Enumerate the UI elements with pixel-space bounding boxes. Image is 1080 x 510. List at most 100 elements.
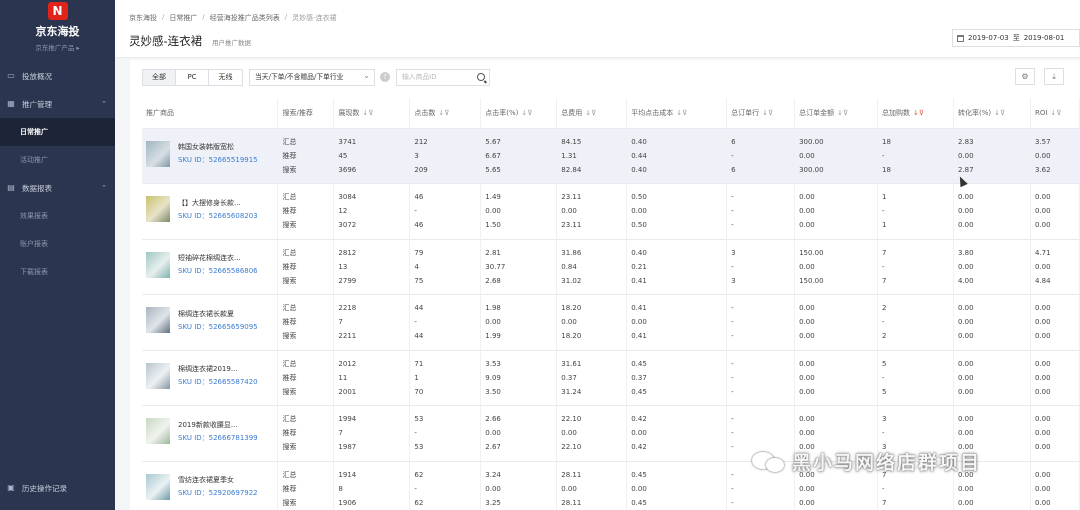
col-header-clicks[interactable]: 点击数 ↓⊽ xyxy=(409,98,482,129)
product-name[interactable]: 雪纺连衣裙夏季女 xyxy=(178,475,258,485)
order-type-select[interactable]: 当天/下单/不含赠品/下单行业 xyxy=(249,68,375,86)
sidebar-item-overview[interactable]: ▭ 投放概况 xyxy=(0,62,115,90)
sku-link[interactable]: SKU ID：52665587420 xyxy=(178,377,258,387)
col-header-cvr[interactable]: 转化率(%) ↓⊽ xyxy=(953,98,1031,129)
col-header-order-amount[interactable]: 总订单金额 ↓⊽ xyxy=(794,98,879,129)
table-row[interactable]: 韩国女装韩版宽松 SKU ID：52665519915 汇总 推荐 搜索 3741 45 36… xyxy=(142,128,1080,184)
product-thumbnail[interactable] xyxy=(146,307,170,333)
metric-value: - xyxy=(882,151,885,160)
col-header-orders[interactable]: 总订单行 ↓⊽ xyxy=(726,98,796,129)
product-name[interactable]: 【】大摆修身长款... xyxy=(178,198,258,208)
tab-all[interactable]: 全部 xyxy=(143,69,176,85)
sidebar-item-label: 历史操作记录 xyxy=(22,483,67,493)
product-thumbnail[interactable] xyxy=(146,418,170,444)
table-row[interactable]: 棉绸连衣裙2019... SKU ID：52665587420 汇总 推荐 搜索 2012… xyxy=(142,350,1080,406)
search-icon[interactable] xyxy=(477,72,485,81)
type-label: 汇总 xyxy=(282,415,297,423)
metric-value: 3084 xyxy=(338,193,357,201)
type-label: 推荐 xyxy=(282,151,297,160)
product-name[interactable]: 韩国女装韩版宽松 xyxy=(178,142,258,152)
sidebar-item-event-promo[interactable]: 活动推广 xyxy=(0,146,115,174)
product-thumbnail[interactable] xyxy=(146,140,170,167)
col-header-cpc[interactable]: 平均点击成本 ↓⊽ xyxy=(626,98,728,129)
metric-value: 23.11 xyxy=(561,221,582,229)
metric-value: 0.00 xyxy=(799,193,815,201)
metric-value: 62 xyxy=(414,470,424,479)
product-thumbnail[interactable] xyxy=(146,473,170,500)
report-card: 全部 PC 无线 当天/下单/不含赠品/下单行业 ? 输入商品ID ⚙ ⤓ 推广… xyxy=(130,60,1080,510)
metric-value: 0.00 xyxy=(631,429,647,437)
breadcrumb-item[interactable]: 日常推广 xyxy=(169,13,197,23)
sku-link[interactable]: SKU ID：52666781399 xyxy=(178,433,258,443)
metric-value: 0.00 xyxy=(958,429,974,437)
metric-value: 0.00 xyxy=(958,304,974,312)
sidebar-item-history[interactable]: ▣ 历史操作记录 xyxy=(0,474,115,502)
metric-value: 3072 xyxy=(338,221,357,229)
table-row[interactable]: 短袖碎花棉绸连衣... SKU ID：52665586806 汇总 推荐 搜索 2812 1… xyxy=(142,239,1080,295)
product-name[interactable]: 2019新款收腰显... xyxy=(178,420,258,430)
product-switcher[interactable]: 京东推广产品 ▸ xyxy=(0,42,115,52)
sidebar-item-promo-management[interactable]: ▦ 推广管理 ⌃ xyxy=(0,90,115,118)
metric-value: 0.00 xyxy=(631,207,647,215)
col-header-roi[interactable]: ROI ↓⊽ xyxy=(1030,98,1080,129)
sidebar-item-daily-promo[interactable]: 日常推广 xyxy=(0,118,115,146)
metric-cell: 3.80 0.00 4.00 xyxy=(953,239,1031,295)
metric-value: 2.67 xyxy=(485,443,501,451)
metric-value: 45 xyxy=(338,151,348,160)
sku-link[interactable]: SKU ID：52665519915 xyxy=(178,155,258,165)
sort-filter-icon: ↓⊽ xyxy=(1050,108,1062,117)
metric-value: 75 xyxy=(414,276,424,285)
sku-link[interactable]: SKU ID：52665659095 xyxy=(178,322,258,332)
metric-value: 2.87 xyxy=(958,165,974,174)
product-name[interactable]: 棉绸连衣裙长款夏 xyxy=(178,309,258,319)
tab-pc[interactable]: PC xyxy=(176,69,209,85)
help-icon[interactable]: ? xyxy=(380,72,390,82)
table-row[interactable]: 【】大摆修身长款... SKU ID：52665608203 汇总 推荐 搜索 3084 1… xyxy=(142,183,1080,239)
product-name[interactable]: 短袖碎花棉绸连衣... xyxy=(178,253,258,263)
product-thumbnail[interactable] xyxy=(146,362,170,389)
metric-value: 3 xyxy=(731,248,736,257)
date-end: 2019-08-01 xyxy=(1023,34,1065,42)
sidebar-item-download-report[interactable]: 下载报表 xyxy=(0,258,115,286)
metric-value: 3696 xyxy=(338,165,357,174)
sku-link[interactable]: SKU ID：52920697922 xyxy=(178,488,258,498)
col-header-add-to-cart[interactable]: 总加购数 ↓⊽ xyxy=(877,98,954,129)
product-thumbnail[interactable] xyxy=(146,251,170,278)
product-thumbnail[interactable] xyxy=(146,196,170,222)
col-header-impressions[interactable]: 展现数 ↓⊽ xyxy=(333,98,411,129)
metric-value: 1994 xyxy=(338,415,357,423)
settings-button[interactable]: ⚙ xyxy=(1015,68,1035,85)
metric-value: 0.00 xyxy=(1034,484,1051,493)
grid-icon: ▦ xyxy=(7,99,15,108)
metric-value: 2211 xyxy=(338,332,357,340)
metric-value: 0.84 xyxy=(561,262,577,271)
sku-link[interactable]: SKU ID：52665608203 xyxy=(178,211,258,221)
sidebar-item-account-report[interactable]: 账户报表 xyxy=(0,230,115,258)
metric-value: 0.00 xyxy=(958,221,974,229)
metric-value: - xyxy=(731,429,734,437)
sku-link[interactable]: SKU ID：52665586806 xyxy=(178,266,258,276)
product-search-input[interactable]: 输入商品ID xyxy=(396,68,490,86)
sidebar-item-effect-report[interactable]: 效果报表 xyxy=(0,202,115,230)
tab-wireless[interactable]: 无线 xyxy=(209,70,242,85)
metric-value: - xyxy=(882,373,885,382)
metric-value: 22.10 xyxy=(561,443,582,451)
table-row[interactable]: 棉绸连衣裙长款夏 SKU ID：52665659095 汇总 推荐 搜索 2218 7 221… xyxy=(142,294,1080,350)
metric-cell: 212 3 209 xyxy=(409,128,482,184)
metric-value: 28.11 xyxy=(561,498,582,507)
metric-cell: 79 4 75 xyxy=(409,239,482,295)
product-cell: 【】大摆修身长款... SKU ID：52665608203 xyxy=(142,183,279,239)
download-button[interactable]: ⤓ xyxy=(1044,68,1064,85)
metric-cell: 2.66 0.00 2.67 xyxy=(480,405,558,461)
metric-value: 79 xyxy=(414,248,424,257)
col-header-cost[interactable]: 总费用 ↓⊽ xyxy=(556,98,628,129)
metric-value: 0.00 xyxy=(1034,429,1051,437)
breadcrumb-item[interactable]: 京东海投 xyxy=(129,13,157,23)
metric-value: 3.57 xyxy=(1034,137,1051,146)
breadcrumb-item[interactable]: 经营海投推广品类列表 xyxy=(210,13,280,23)
col-header-ctr[interactable]: 点击率(%) ↓⊽ xyxy=(480,98,558,129)
date-range-picker[interactable]: 2019-07-03 至 2019-08-01 xyxy=(952,29,1080,47)
sidebar-item-reports[interactable]: ▤ 数据报表 ⌃ xyxy=(0,174,115,202)
product-name[interactable]: 棉绸连衣裙2019... xyxy=(178,364,258,374)
metric-cell: 62 - 62 xyxy=(409,461,482,510)
